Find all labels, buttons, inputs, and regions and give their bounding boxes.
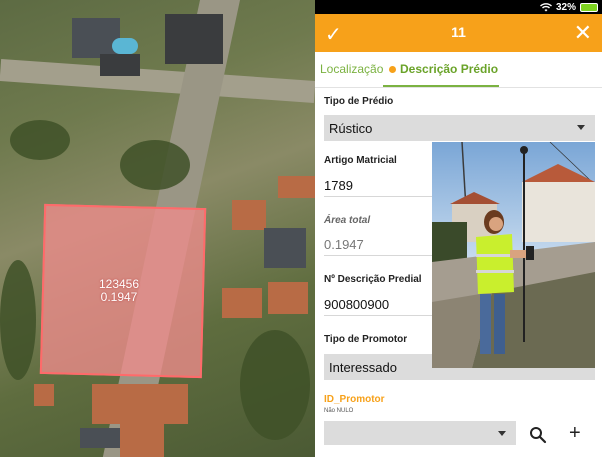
- map-building: [100, 54, 140, 76]
- map-building: [222, 288, 262, 318]
- divider: [324, 255, 432, 256]
- map-building: [165, 14, 223, 64]
- battery-percent: 32%: [555, 1, 576, 13]
- photo-image: [432, 142, 595, 368]
- screen: 123456 0.1947 32% ✓ 11 ✕ Localização Des…: [0, 0, 602, 457]
- satellite-map[interactable]: 123456 0.1947: [0, 0, 315, 457]
- parcel-area: 0.1947: [100, 290, 138, 304]
- divider: [324, 315, 432, 316]
- descricao-field[interactable]: 900800900: [324, 297, 389, 312]
- status-bar: 32%: [540, 0, 598, 14]
- map-building: [34, 384, 54, 406]
- map-building: [80, 428, 120, 448]
- map-building: [278, 176, 315, 198]
- area-field: 0.1947: [324, 237, 364, 252]
- map-trees: [0, 260, 36, 380]
- map-building: [72, 18, 120, 58]
- map-building: [232, 200, 266, 230]
- close-icon[interactable]: ✕: [574, 20, 592, 46]
- map-pool: [112, 38, 138, 54]
- tab-bar: Localização Descrição Prédio: [315, 52, 602, 88]
- artigo-field[interactable]: 1789: [324, 178, 353, 193]
- chevron-down-icon: [498, 431, 506, 436]
- chevron-down-icon: [577, 125, 585, 130]
- tab-descricao-label: Descrição Prédio: [400, 62, 499, 76]
- field-photo: [432, 142, 595, 368]
- map-road: [0, 59, 315, 103]
- form-title: 11: [451, 24, 466, 40]
- tab-localizacao[interactable]: Localização: [320, 62, 383, 76]
- form-panel: ✓ 11 ✕ Localização Descrição Prédio Tipo…: [315, 14, 602, 457]
- map-building: [120, 420, 164, 457]
- tipo-predio-label: Tipo de Prédio: [324, 96, 394, 107]
- plus-icon[interactable]: +: [569, 422, 581, 445]
- divider: [324, 196, 432, 197]
- map-building: [92, 384, 188, 424]
- parcel-label: 123456 0.1947: [96, 278, 142, 304]
- tab-descricao-predio[interactable]: Descrição Prédio: [389, 62, 498, 76]
- map-building: [264, 228, 306, 268]
- id-promotor-hint: Não NULO: [324, 408, 354, 414]
- tipo-predio-value: Rústico: [329, 121, 373, 136]
- id-promotor-select[interactable]: [324, 421, 516, 445]
- promotor-value: Interessado: [329, 360, 397, 375]
- battery-icon: [580, 2, 598, 12]
- promotor-label: Tipo de Promotor: [324, 334, 408, 345]
- map-trees: [10, 120, 70, 160]
- id-promotor-label: ID_Promotor: [324, 394, 385, 405]
- map-trees: [240, 330, 310, 440]
- top-bar: ✓ 11 ✕: [315, 14, 602, 52]
- active-tab-indicator: [383, 85, 499, 87]
- modified-dot-icon: [389, 66, 396, 74]
- wifi-icon: [540, 2, 552, 11]
- map-building: [268, 282, 308, 314]
- artigo-label: Artigo Matricial: [324, 155, 397, 166]
- tipo-predio-select[interactable]: Rústico: [324, 115, 595, 141]
- search-icon[interactable]: [529, 426, 547, 444]
- map-trees: [120, 140, 190, 190]
- area-label: Área total: [324, 215, 371, 226]
- descricao-label: Nº Descrição Predial: [324, 274, 422, 285]
